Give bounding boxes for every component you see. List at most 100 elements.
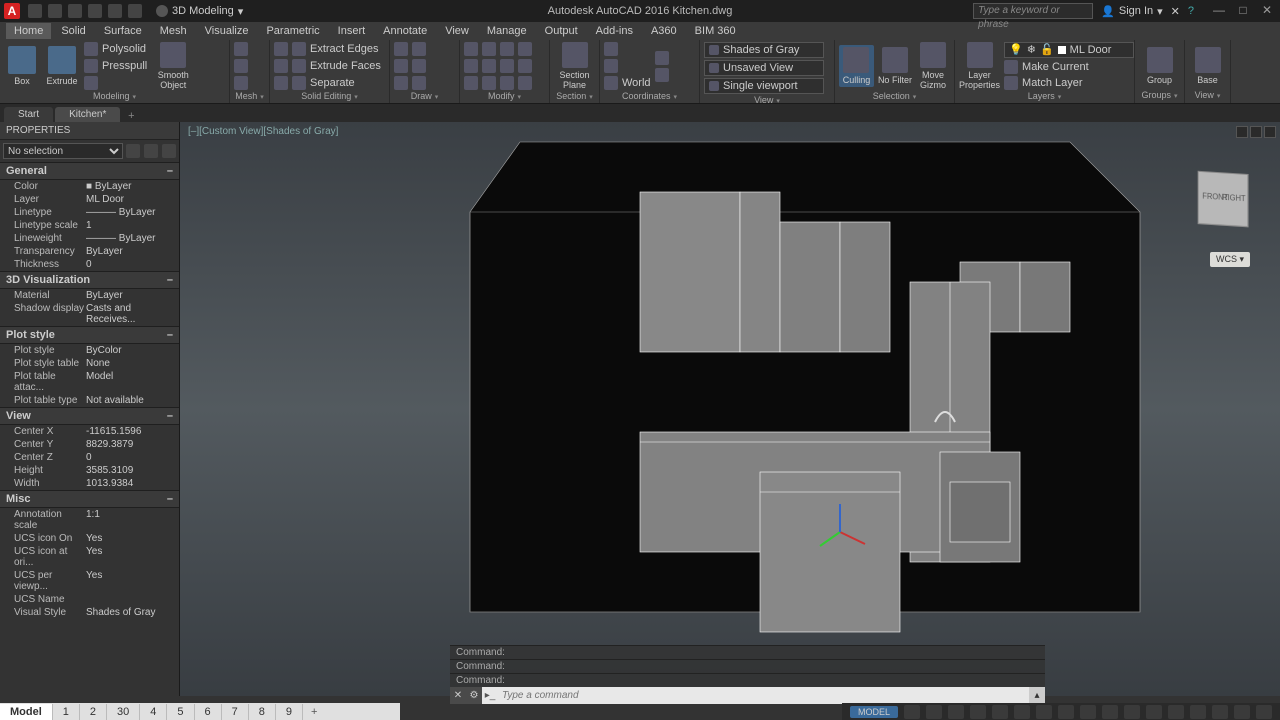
app-logo-icon[interactable]: A	[4, 3, 20, 19]
panel-label[interactable]: Coordinates	[604, 90, 695, 102]
copy-icon[interactable]	[464, 59, 478, 73]
prop-category[interactable]: Misc–	[0, 490, 179, 508]
panel-label[interactable]: Modify	[464, 90, 545, 102]
visual-style-dropdown[interactable]: Shades of Gray	[704, 42, 824, 58]
rect-icon[interactable]	[412, 59, 426, 73]
viewport-label[interactable]: [–][Custom View][Shades of Gray]	[188, 126, 338, 137]
prop-row[interactable]: Linetype scale1	[0, 219, 179, 232]
panel-label[interactable]: Selection	[839, 90, 950, 102]
wcs-indicator[interactable]: WCS ▾	[1210, 252, 1250, 267]
osnap-icon[interactable]	[992, 705, 1008, 719]
layout-tab-model[interactable]: Model	[0, 704, 53, 720]
panel-label[interactable]: Groups	[1139, 89, 1180, 101]
new-tab-button[interactable]: +	[122, 110, 140, 122]
move-icon[interactable]	[464, 42, 478, 56]
layer-props-button[interactable]: Layer Properties	[959, 42, 1000, 90]
prop-row[interactable]: Color■ ByLayer	[0, 180, 179, 193]
prop-row[interactable]: MaterialByLayer	[0, 289, 179, 302]
prop-value[interactable]: Not available	[86, 395, 179, 406]
intersect-icon[interactable]	[274, 76, 288, 90]
spline-icon[interactable]	[412, 76, 426, 90]
selection-dropdown[interactable]: No selection	[3, 143, 123, 159]
extract-edges-button[interactable]: Extract Edges	[292, 42, 381, 56]
layout-tab[interactable]: 9	[276, 704, 303, 720]
3dosnap-icon[interactable]	[1014, 705, 1030, 719]
rotate-icon[interactable]	[482, 42, 496, 56]
panel-label[interactable]: View	[704, 94, 830, 106]
presspull-button[interactable]: Presspull	[84, 59, 147, 73]
prop-value[interactable]: Yes	[86, 546, 179, 568]
prop-value[interactable]: ML Door	[86, 194, 179, 205]
panel-label[interactable]: Section	[554, 90, 595, 102]
prop-value[interactable]: 8829.3879	[86, 439, 179, 450]
make-current-button[interactable]: Make Current	[1004, 60, 1134, 74]
workspace-icon[interactable]	[1168, 705, 1184, 719]
tab-output[interactable]: Output	[537, 23, 586, 39]
prop-value[interactable]	[86, 594, 179, 605]
tab-bim360[interactable]: BIM 360	[687, 23, 744, 39]
prop-row[interactable]: Annotation scale1:1	[0, 508, 179, 532]
prop-row[interactable]: Center X-11615.1596	[0, 425, 179, 438]
select-objects-icon[interactable]	[144, 144, 158, 158]
fillet-icon[interactable]	[500, 59, 514, 73]
layout-tab[interactable]: 30	[107, 704, 140, 720]
tab-insert[interactable]: Insert	[330, 23, 374, 39]
prop-value[interactable]: ■ ByLayer	[86, 181, 179, 192]
command-recent-icon[interactable]: ▴	[1029, 687, 1045, 704]
annotation-icon[interactable]	[1146, 705, 1162, 719]
model-space-indicator[interactable]: MODEL	[850, 706, 898, 718]
prop-row[interactable]: Height3585.3109	[0, 464, 179, 477]
prop-value[interactable]: Model	[86, 371, 179, 393]
prop-row[interactable]: UCS Name	[0, 593, 179, 606]
prop-value[interactable]: None	[86, 358, 179, 369]
prop-row[interactable]: Plot table attac...Model	[0, 370, 179, 394]
add-layout-button[interactable]: +	[303, 704, 325, 720]
prop-value[interactable]: Yes	[86, 533, 179, 544]
lwt-icon[interactable]	[1080, 705, 1096, 719]
close-button[interactable]: ✕	[1258, 4, 1276, 18]
prop-value[interactable]: 1:1	[86, 509, 179, 531]
layout-tab[interactable]: 5	[167, 704, 194, 720]
prop-value[interactable]: ——— ByLayer	[86, 207, 179, 218]
prop-row[interactable]: UCS per viewp...Yes	[0, 569, 179, 593]
panel-label[interactable]: Layers	[959, 90, 1130, 102]
prop-row[interactable]: UCS icon OnYes	[0, 532, 179, 545]
offset-icon[interactable]	[518, 76, 532, 90]
section-plane-button[interactable]: Section Plane	[554, 42, 595, 90]
ucs-icon-4[interactable]	[655, 68, 669, 82]
mesh-icon-2[interactable]	[234, 59, 248, 73]
union-icon[interactable]	[274, 42, 288, 56]
prop-row[interactable]: Width1013.9384	[0, 477, 179, 490]
signin-button[interactable]: 👤 Sign In ▾	[1101, 5, 1162, 18]
isolate-icon[interactable]	[1212, 705, 1228, 719]
prop-value[interactable]: Shades of Gray	[86, 607, 179, 618]
qat-redo-icon[interactable]	[108, 4, 122, 18]
smooth-button[interactable]: Smooth Object	[151, 42, 195, 90]
polar-icon[interactable]	[970, 705, 986, 719]
viewcube[interactable]: FRONT RIGHT	[1198, 171, 1249, 227]
prop-row[interactable]: Linetype——— ByLayer	[0, 206, 179, 219]
viewport[interactable]: [–][Custom View][Shades of Gray] FRONT R…	[180, 122, 1280, 696]
otrack-icon[interactable]	[1036, 705, 1052, 719]
prop-value[interactable]: Yes	[86, 570, 179, 592]
saved-view-dropdown[interactable]: Unsaved View	[704, 60, 824, 76]
line-icon[interactable]	[394, 42, 408, 56]
qat-undo-icon[interactable]	[88, 4, 102, 18]
mesh-icon-3[interactable]	[234, 76, 248, 90]
tab-mesh[interactable]: Mesh	[152, 23, 195, 39]
command-customize-icon[interactable]: ⚙	[466, 687, 482, 704]
search-input[interactable]: Type a keyword or phrase	[973, 3, 1093, 19]
vp-maximize-icon[interactable]	[1250, 126, 1262, 138]
tab-addins[interactable]: Add-ins	[588, 23, 641, 39]
ucs-icon-2[interactable]	[604, 59, 618, 73]
panel-label[interactable]: Mesh	[234, 90, 265, 102]
qat-new-icon[interactable]	[28, 4, 42, 18]
layout-tab[interactable]: 7	[222, 704, 249, 720]
vp-close-icon[interactable]	[1264, 126, 1276, 138]
tab-surface[interactable]: Surface	[96, 23, 150, 39]
layout-tab[interactable]: 2	[80, 704, 107, 720]
minimize-button[interactable]: —	[1210, 4, 1228, 18]
prop-value[interactable]: 0	[86, 452, 179, 463]
world-ucs[interactable]: World	[604, 76, 651, 90]
layout-tab[interactable]: 1	[53, 704, 80, 720]
